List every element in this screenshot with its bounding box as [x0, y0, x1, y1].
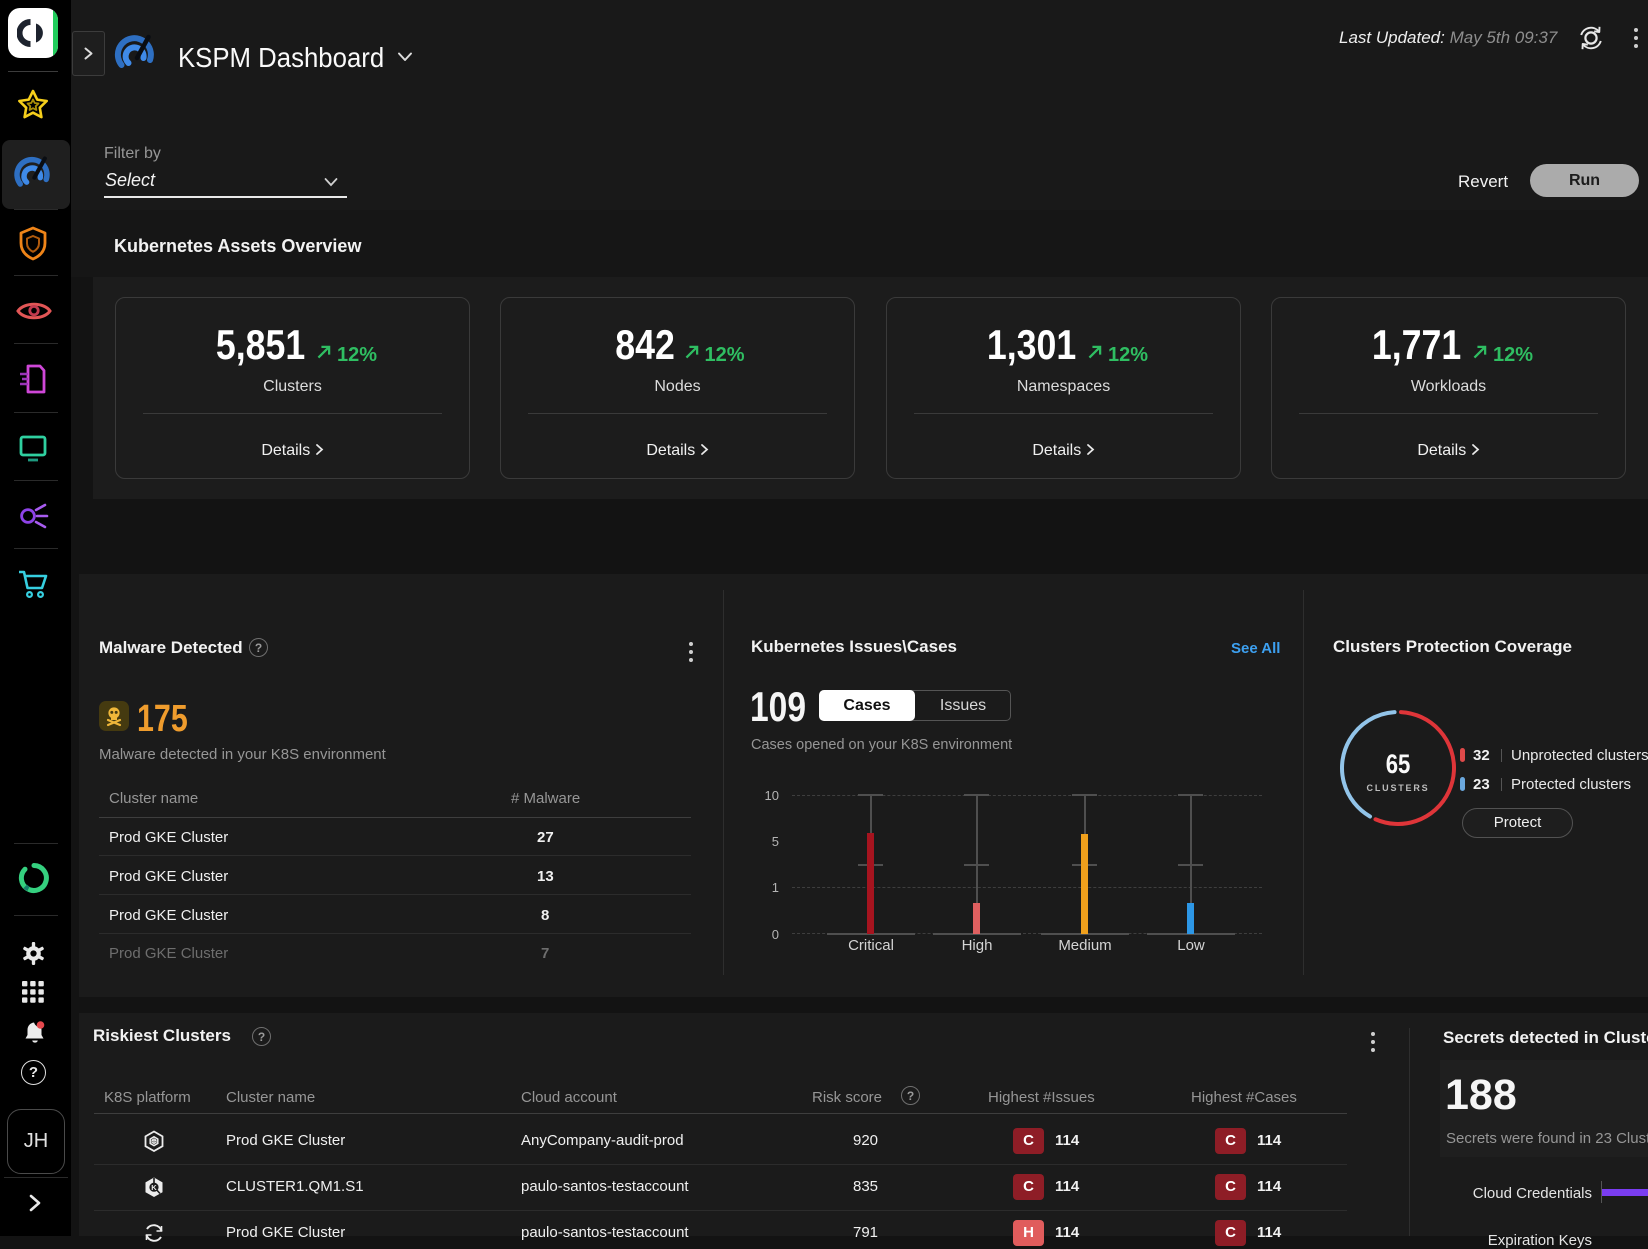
svg-text:K: K: [151, 1183, 157, 1192]
